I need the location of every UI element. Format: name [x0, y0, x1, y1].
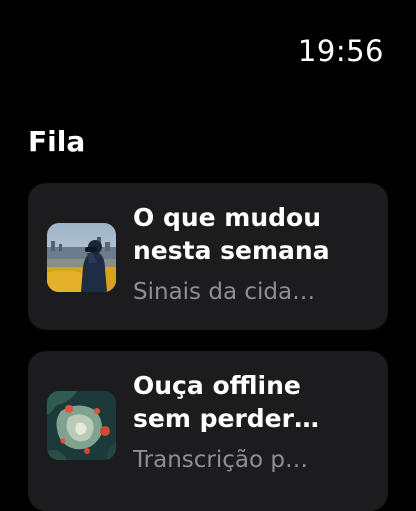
episode-artwork — [47, 391, 116, 460]
queue-item[interactable]: O que mudou nesta semana Sinais da cida… — [28, 183, 388, 330]
episode-title-line: O que mudou — [133, 203, 322, 232]
podcast-name: Transcrição p… — [133, 447, 308, 473]
episode-title-line: nesta semana — [133, 236, 330, 265]
episode-title-line: sem perder… — [133, 404, 319, 433]
podcast-name: Sinais da cida… — [133, 279, 316, 305]
episode-title-line: Ouça offline — [133, 371, 301, 400]
section-title: Fila — [28, 125, 86, 158]
status-bar-time: 19:56 — [297, 34, 384, 68]
episode-artwork — [47, 223, 116, 292]
queue-item[interactable]: Ouça offline sem perder… Transcrição p… — [28, 351, 388, 511]
